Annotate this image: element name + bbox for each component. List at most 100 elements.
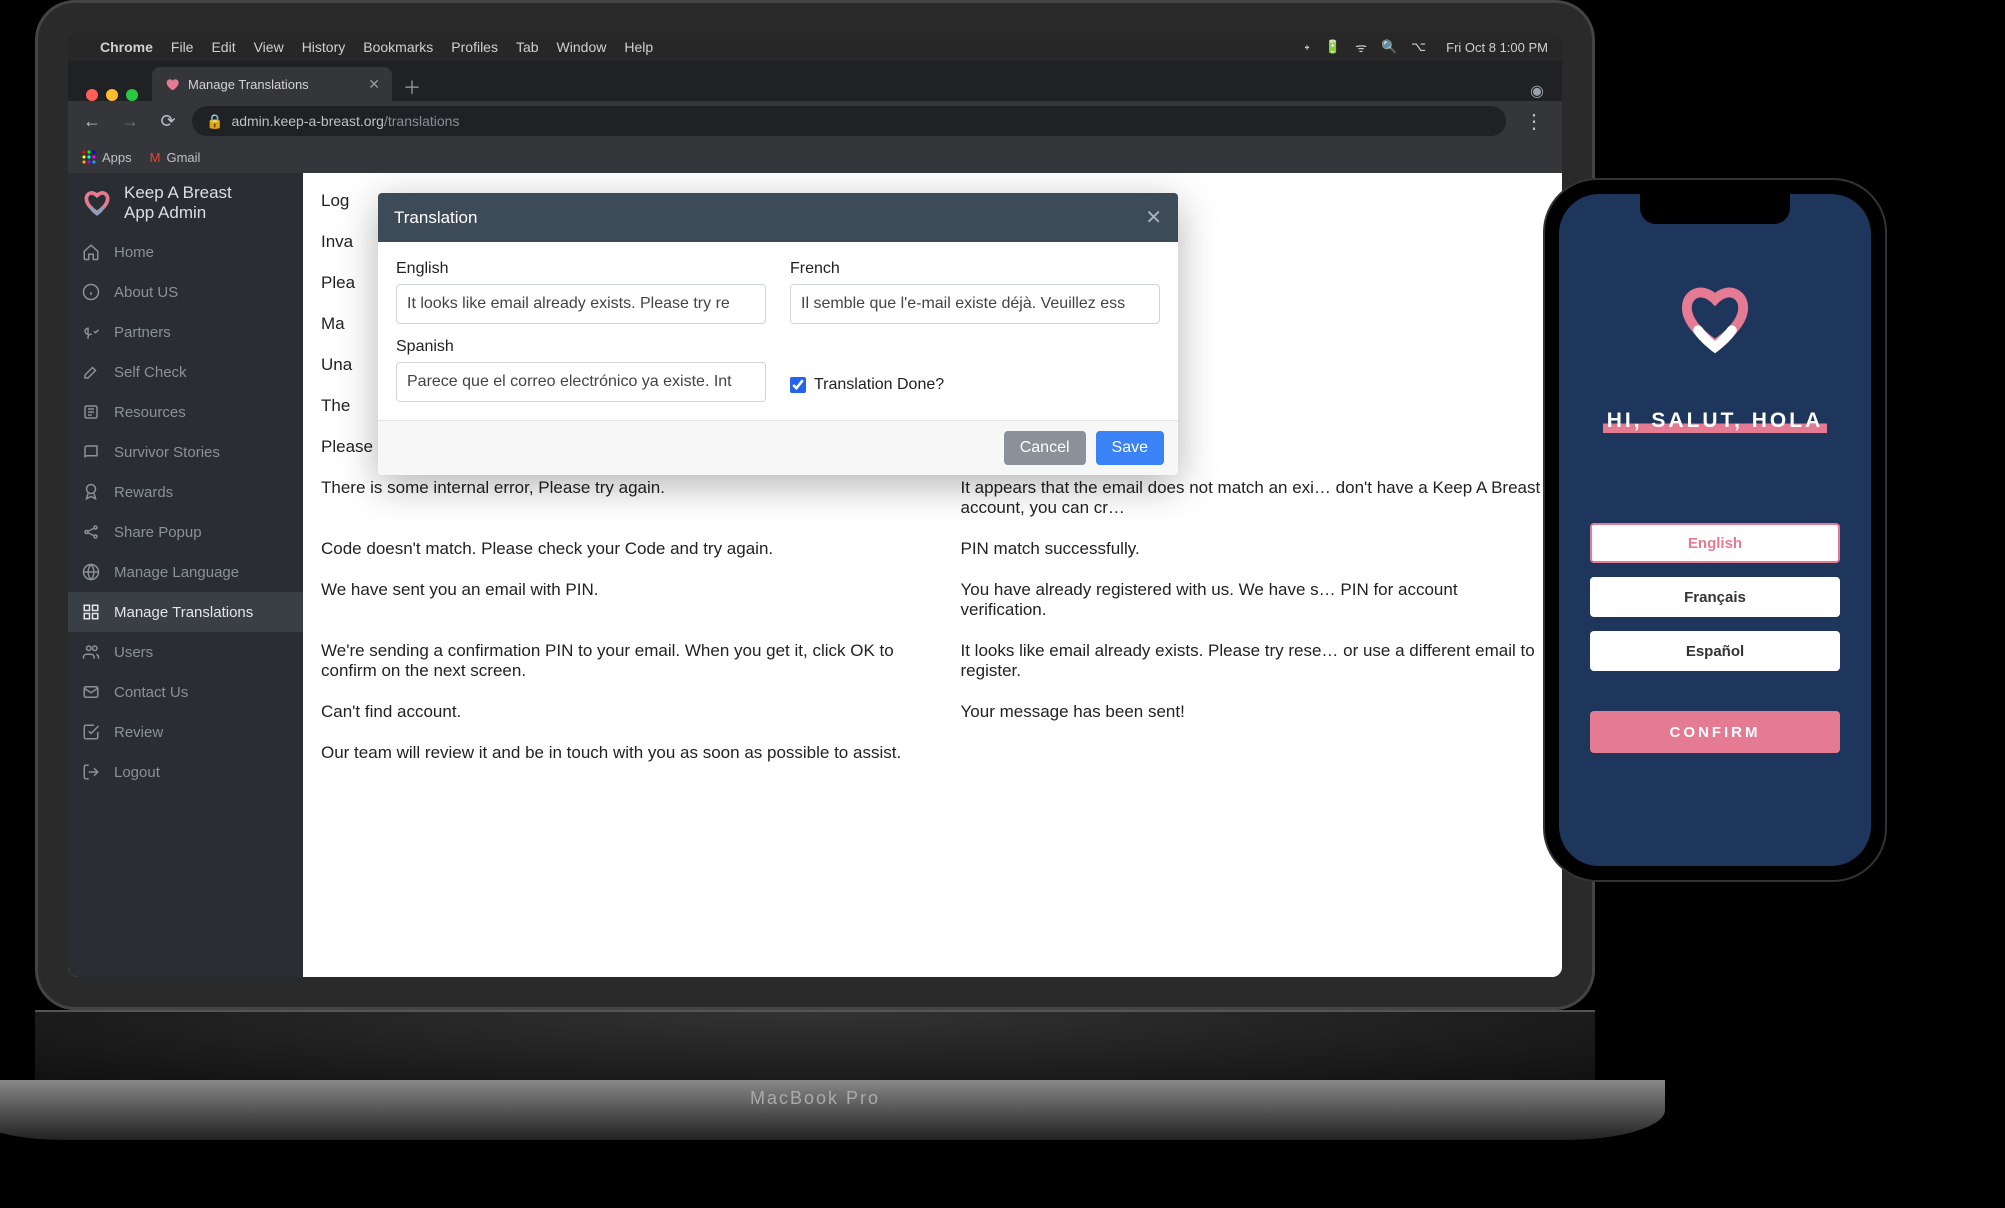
sidebar-item-share-popup[interactable]: Share Popup (68, 512, 303, 552)
admin-app: Keep A Breast App Admin HomeAbout USPart… (68, 173, 1562, 977)
macos-menu-item[interactable]: Profiles (451, 39, 498, 55)
wifi-icon[interactable]: ᯤ (1355, 38, 1367, 56)
table-cell-right[interactable]: or further ins (943, 222, 1563, 263)
sidebar-item-label: Self Check (114, 364, 187, 381)
laptop-body: MacBook Pro (0, 1080, 1665, 1140)
sidebar-item-contact-us[interactable]: Contact Us (68, 672, 303, 712)
table-cell-left[interactable]: Log (303, 181, 923, 222)
sidebar-item-label: Manage Language (114, 564, 239, 581)
nav-reload-button[interactable]: ⟳ (154, 111, 182, 132)
bookmark-gmail[interactable]: M Gmail (150, 150, 201, 165)
sidebar-item-label: Review (114, 724, 163, 741)
table-cell-left[interactable]: Inva (303, 222, 923, 263)
table-cell-right[interactable]: at email add (943, 263, 1563, 304)
sidebar-item-about-us[interactable]: About US (68, 272, 303, 312)
table-cell-right[interactable]: PIN sent successfully. (943, 427, 1563, 468)
laptop-keyboard-deck (35, 1010, 1595, 1080)
table-cell-right[interactable] (943, 345, 1563, 386)
gmail-icon: M (150, 150, 161, 165)
tab-close-icon[interactable]: ✕ (368, 76, 380, 93)
language-option-french[interactable]: Français (1590, 577, 1840, 617)
macos-app-name[interactable]: Chrome (100, 39, 153, 55)
sidebar-item-label: Manage Translations (114, 604, 253, 621)
language-option-english[interactable]: English (1590, 523, 1840, 563)
table-cell-left[interactable]: Please run "php artisan passport:client"… (303, 427, 923, 468)
control-center-icon[interactable]: ⌥ (1411, 39, 1426, 55)
spotlight-icon[interactable]: 🔍 (1381, 39, 1397, 55)
macos-datetime[interactable]: Fri Oct 8 1:00 PM (1446, 40, 1548, 55)
table-cell-right[interactable]: Your message has been sent! (943, 692, 1563, 733)
window-minimize-icon[interactable] (106, 89, 118, 101)
table-cell-right[interactable]: It appears that the email does not match… (943, 468, 1563, 529)
url-bar[interactable]: 🔒 admin.keep-a-breast.org/translations (192, 106, 1506, 136)
url-path-text: /translations (384, 113, 459, 129)
sidebar-item-label: Share Popup (114, 524, 202, 541)
macos-menu-item[interactable]: History (302, 39, 346, 55)
table-cell-left[interactable]: We're sending a confirmation PIN to your… (303, 631, 923, 692)
battery-icon[interactable]: 🔋 (1325, 39, 1341, 55)
sidebar-item-resources[interactable]: Resources (68, 392, 303, 432)
sidebar-item-label: Contact Us (114, 684, 188, 701)
browser-tab[interactable]: Manage Translations ✕ (152, 67, 392, 101)
table-cell-right[interactable]: You have already registered with us. We … (943, 570, 1563, 631)
table-cell-left[interactable]: Una (303, 345, 923, 386)
macos-menu-item[interactable]: Bookmarks (363, 39, 433, 55)
sidebar-item-label: Rewards (114, 484, 173, 501)
sidebar-item-label: Logout (114, 764, 160, 781)
window-close-icon[interactable] (86, 89, 98, 101)
table-cell-left[interactable]: There is some internal error, Please try… (303, 468, 923, 529)
nav-back-button[interactable]: ← (78, 111, 106, 132)
macos-menu-item[interactable]: View (254, 39, 284, 55)
sidebar-item-users[interactable]: Users (68, 632, 303, 672)
table-cell-left[interactable]: Our team will review it and be in touch … (303, 733, 923, 774)
macos-menu-item[interactable]: Edit (211, 39, 235, 55)
laptop-brand-label: MacBook Pro (750, 1088, 880, 1109)
sidebar-item-review[interactable]: Review (68, 712, 303, 752)
bluetooth-icon[interactable]: ᛭ (1303, 40, 1311, 55)
sidebar-item-self-check[interactable]: Self Check (68, 352, 303, 392)
bookmark-apps[interactable]: Apps (82, 150, 132, 165)
contact-us-icon (82, 683, 100, 701)
sidebar-item-manage-language[interactable]: Manage Language (68, 552, 303, 592)
table-cell-left[interactable]: Ma (303, 304, 923, 345)
sidebar-item-survivor-stories[interactable]: Survivor Stories (68, 432, 303, 472)
window-zoom-icon[interactable] (126, 89, 138, 101)
table-cell-right[interactable]: k has been se (943, 181, 1563, 222)
sidebar-item-manage-translations[interactable]: Manage Translations (68, 592, 303, 632)
laptop-display: Chrome File Edit View History Bookmarks … (68, 33, 1562, 977)
table-cell-right[interactable] (943, 304, 1563, 345)
table-cell-left[interactable]: Can't find account. (303, 692, 923, 733)
sidebar-item-label: Users (114, 644, 153, 661)
table-cell-right[interactable] (943, 733, 1563, 774)
bookmark-label: Gmail (166, 150, 200, 165)
table-cell-left[interactable]: We have sent you an email with PIN. (303, 570, 923, 631)
chrome-account-icon[interactable]: ◉ (1530, 81, 1552, 101)
macos-menu-item[interactable]: Tab (516, 39, 539, 55)
sidebar-item-home[interactable]: Home (68, 232, 303, 272)
language-option-spanish[interactable]: Español (1590, 631, 1840, 671)
phone-notch (1640, 194, 1790, 224)
sidebar-item-logout[interactable]: Logout (68, 752, 303, 792)
table-cell-left[interactable]: The (303, 386, 923, 427)
table-cell-right[interactable]: your current (943, 386, 1563, 427)
manage-language-icon (82, 563, 100, 581)
chrome-tabbar: Manage Translations ✕ ＋ ◉ (68, 61, 1562, 101)
sidebar-item-rewards[interactable]: Rewards (68, 472, 303, 512)
table-cell-left[interactable]: Plea (303, 263, 923, 304)
share-popup-icon (82, 523, 100, 541)
macos-menu-item[interactable]: Window (557, 39, 607, 55)
sidebar-item-label: Home (114, 244, 154, 261)
favicon-icon (164, 76, 180, 92)
sidebar-item-partners[interactable]: Partners (68, 312, 303, 352)
macos-menu-item[interactable]: Help (624, 39, 653, 55)
brand-title-line: App Admin (124, 203, 232, 223)
confirm-button[interactable]: CONFIRM (1590, 711, 1840, 753)
table-cell-left[interactable]: Code doesn't match. Please check your Co… (303, 529, 923, 570)
nav-forward-button[interactable]: → (116, 111, 144, 132)
chrome-window: Manage Translations ✕ ＋ ◉ ← → ⟳ 🔒 admin.… (68, 61, 1562, 977)
new-tab-button[interactable]: ＋ (398, 73, 426, 101)
table-cell-right[interactable]: PIN match successfully. (943, 529, 1563, 570)
table-cell-right[interactable]: It looks like email already exists. Plea… (943, 631, 1563, 692)
chrome-menu-button[interactable]: ⋮ (1516, 109, 1552, 134)
macos-menu-item[interactable]: File (171, 39, 194, 55)
